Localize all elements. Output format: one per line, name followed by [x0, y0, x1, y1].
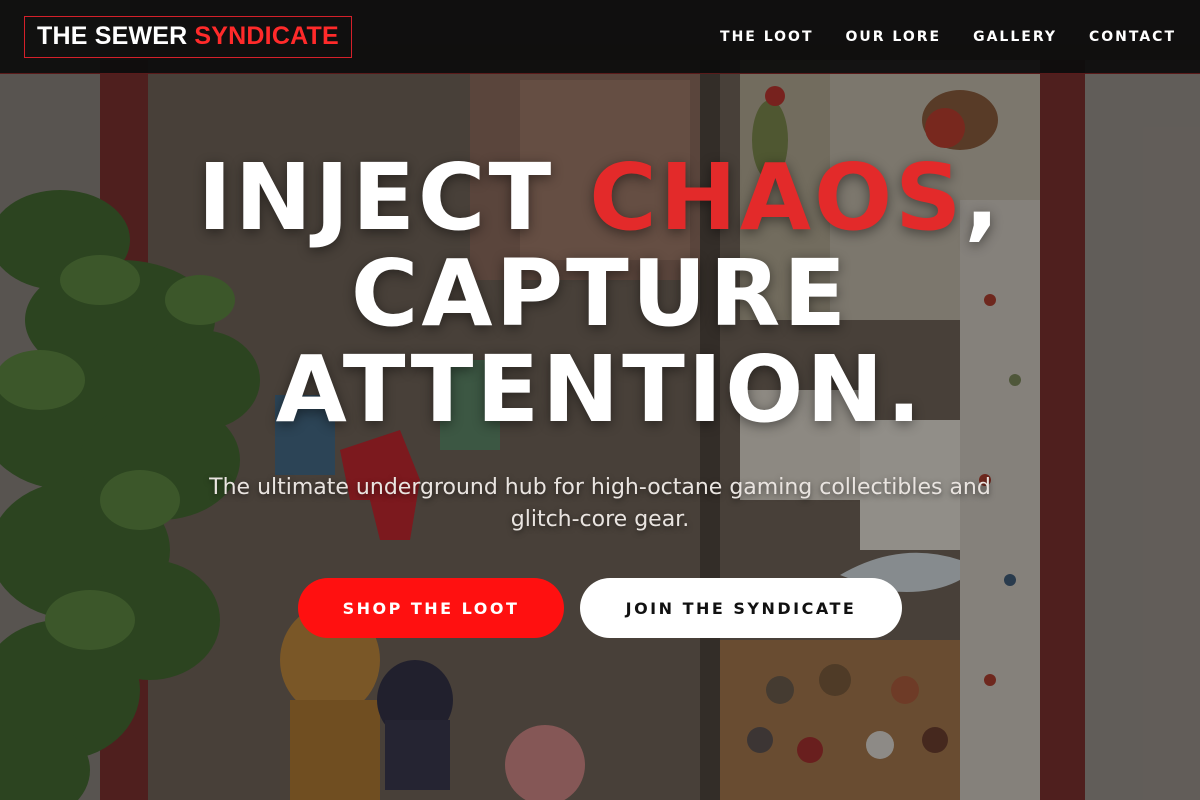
headline-comma: ,	[964, 144, 1003, 251]
nav-link-contact[interactable]: CONTACT	[1089, 29, 1176, 45]
hero-headline: INJECT CHAOS, CAPTURE ATTENTION.	[0, 150, 1200, 438]
top-navbar: THE SEWER SYNDICATE THE LOOT OUR LORE GA…	[0, 0, 1200, 74]
nav-link-gallery[interactable]: GALLERY	[973, 29, 1057, 45]
brand-name-accent: SYNDICATE	[194, 22, 339, 50]
nav-link-the-loot[interactable]: THE LOOT	[720, 29, 813, 45]
nav-link-our-lore[interactable]: OUR LORE	[846, 29, 942, 45]
hero-cta-row: SHOP THE LOOT JOIN THE SYNDICATE	[0, 578, 1200, 638]
shop-the-loot-button[interactable]: SHOP THE LOOT	[298, 578, 564, 638]
headline-line-3: ATTENTION.	[275, 336, 925, 443]
headline-line-1: INJECT CHAOS,	[198, 144, 1003, 251]
main-nav: THE LOOT OUR LORE GALLERY CONTACT	[688, 29, 1176, 45]
headline-inject: INJECT	[197, 144, 590, 251]
brand-logo[interactable]: THE SEWER SYNDICATE	[24, 15, 352, 58]
hero-subtitle: The ultimate underground hub for high-oc…	[209, 475, 991, 532]
brand-name-primary: THE SEWER	[37, 22, 188, 50]
headline-chaos-accent: CHAOS	[589, 144, 965, 251]
join-the-syndicate-button[interactable]: JOIN THE SYNDICATE	[580, 578, 902, 638]
hero-section: INJECT CHAOS, CAPTURE ATTENTION. The ult…	[0, 150, 1200, 638]
headline-line-2: CAPTURE	[350, 240, 850, 347]
